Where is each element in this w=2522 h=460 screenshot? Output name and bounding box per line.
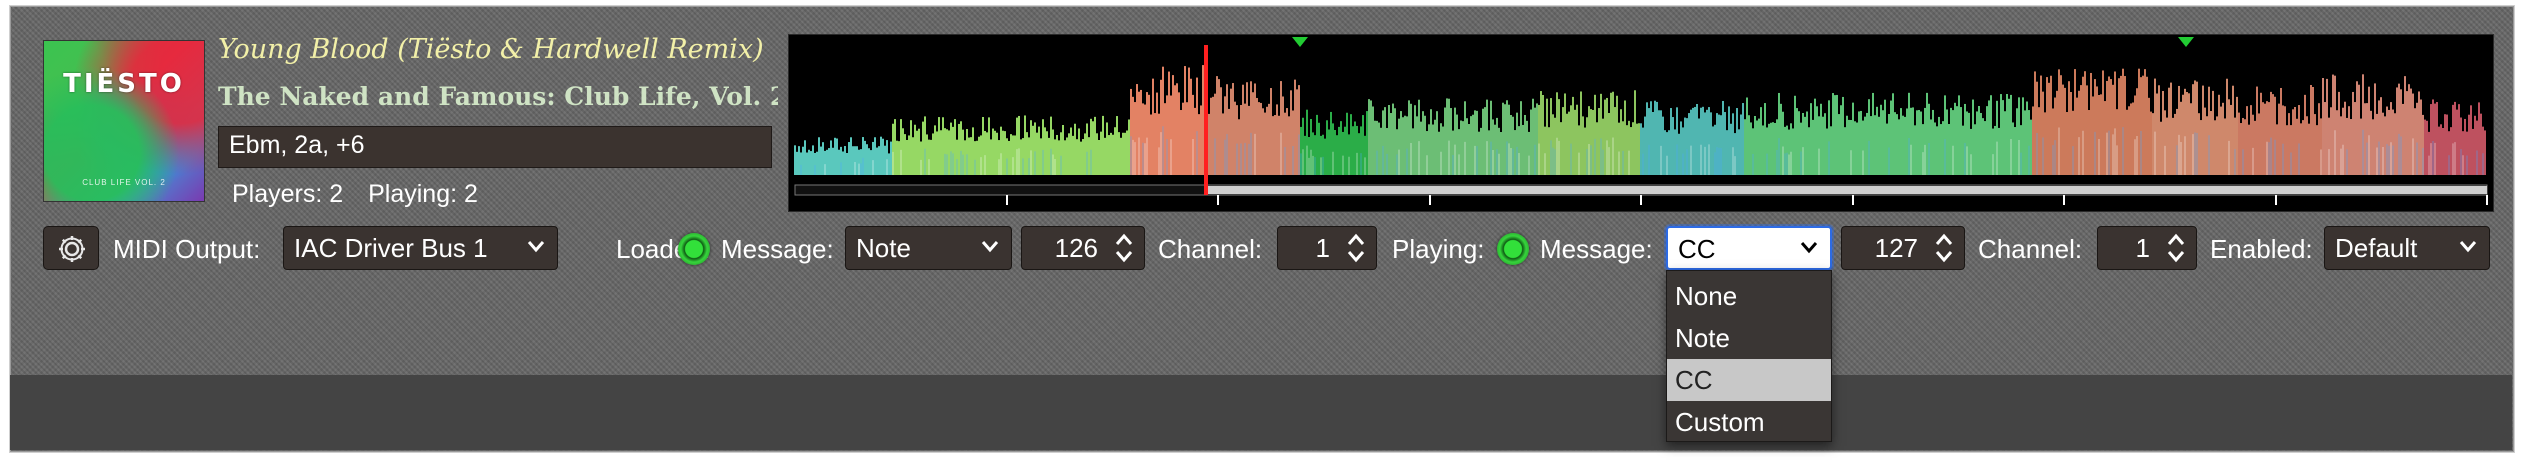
loaded-message-value: Note [856, 233, 911, 263]
loaded-note-value: 126 [1054, 233, 1098, 263]
chevron-down-icon [981, 241, 999, 253]
bottom-panel [10, 375, 2512, 450]
enabled-select[interactable]: Default [2324, 226, 2490, 270]
stepper-arrows-icon[interactable] [1344, 231, 1368, 265]
menu-item-cc[interactable]: CC [1667, 359, 1831, 401]
loaded-channel-stepper[interactable]: 1 [1277, 226, 1377, 270]
waveform-graphic [794, 37, 2488, 205]
loaded-message-label: Message: [721, 234, 834, 264]
loaded-message-select[interactable]: Note [845, 226, 1012, 270]
midi-output-label: MIDI Output: [113, 234, 261, 264]
cue-marker-icon [1292, 37, 1308, 47]
playing-cc-value: 127 [1874, 233, 1918, 263]
playing-channel-stepper[interactable]: 1 [2097, 226, 2197, 270]
message-dropdown-menu: None Note CC Custom [1666, 270, 1832, 442]
playing-channel-label: Channel: [1978, 234, 2083, 264]
stepper-arrows-icon[interactable] [2164, 231, 2188, 265]
enabled-label: Enabled: [2210, 234, 2313, 264]
loaded-note-stepper[interactable]: 126 [1021, 226, 1145, 270]
track-title: Young Blood (Tiësto & Hardwell Remix) [218, 34, 764, 65]
playing-label: Playing: [1392, 234, 1485, 264]
playing-indicator [1497, 233, 1529, 265]
menu-item-note[interactable]: Note [1667, 317, 1831, 359]
artwork-logo-text: TIËSTO [63, 69, 185, 99]
settings-button[interactable] [43, 226, 99, 270]
chevron-down-icon [527, 241, 545, 253]
playing-message-label: Message: [1540, 234, 1653, 264]
gear-icon [59, 236, 85, 262]
playhead [1204, 45, 1208, 195]
midi-output-select[interactable]: IAC Driver Bus 1 [283, 226, 558, 270]
players-status: Players: 2 Playing: 2 [232, 180, 496, 214]
playing-cc-stepper[interactable]: 127 [1841, 226, 1965, 270]
playing-count-label: Playing: 2 [368, 180, 478, 208]
artwork-caption: CLUB LIFE VOL. 2 [82, 178, 166, 187]
menu-item-custom[interactable]: Custom [1667, 401, 1831, 443]
chevron-down-icon [2459, 241, 2477, 253]
track-key-info: Ebm, 2a, +6 [218, 126, 772, 168]
loaded-channel-value: 1 [1315, 233, 1330, 263]
playing-message-select[interactable]: CC [1666, 226, 1832, 270]
album-artwork: TIËSTO CLUB LIFE VOL. 2 [43, 40, 205, 202]
stepper-arrows-icon[interactable] [1112, 231, 1136, 265]
playing-message-value: CC [1678, 234, 1716, 264]
loaded-channel-label: Channel: [1158, 234, 1263, 264]
track-album: The Naked and Famous: Club Life, Vol. 2.… [218, 82, 778, 111]
stepper-arrows-icon[interactable] [1932, 231, 1956, 265]
enabled-value: Default [2335, 233, 2418, 263]
playing-channel-value: 1 [2135, 233, 2150, 263]
loaded-indicator [678, 233, 710, 265]
waveform-display[interactable] [788, 34, 2494, 212]
chevron-down-icon [1800, 242, 1818, 254]
players-count-label: Players: 2 [232, 180, 344, 208]
menu-item-none[interactable]: None [1667, 275, 1831, 317]
cue-marker-icon [2178, 37, 2194, 47]
midi-output-value: IAC Driver Bus 1 [294, 233, 488, 263]
